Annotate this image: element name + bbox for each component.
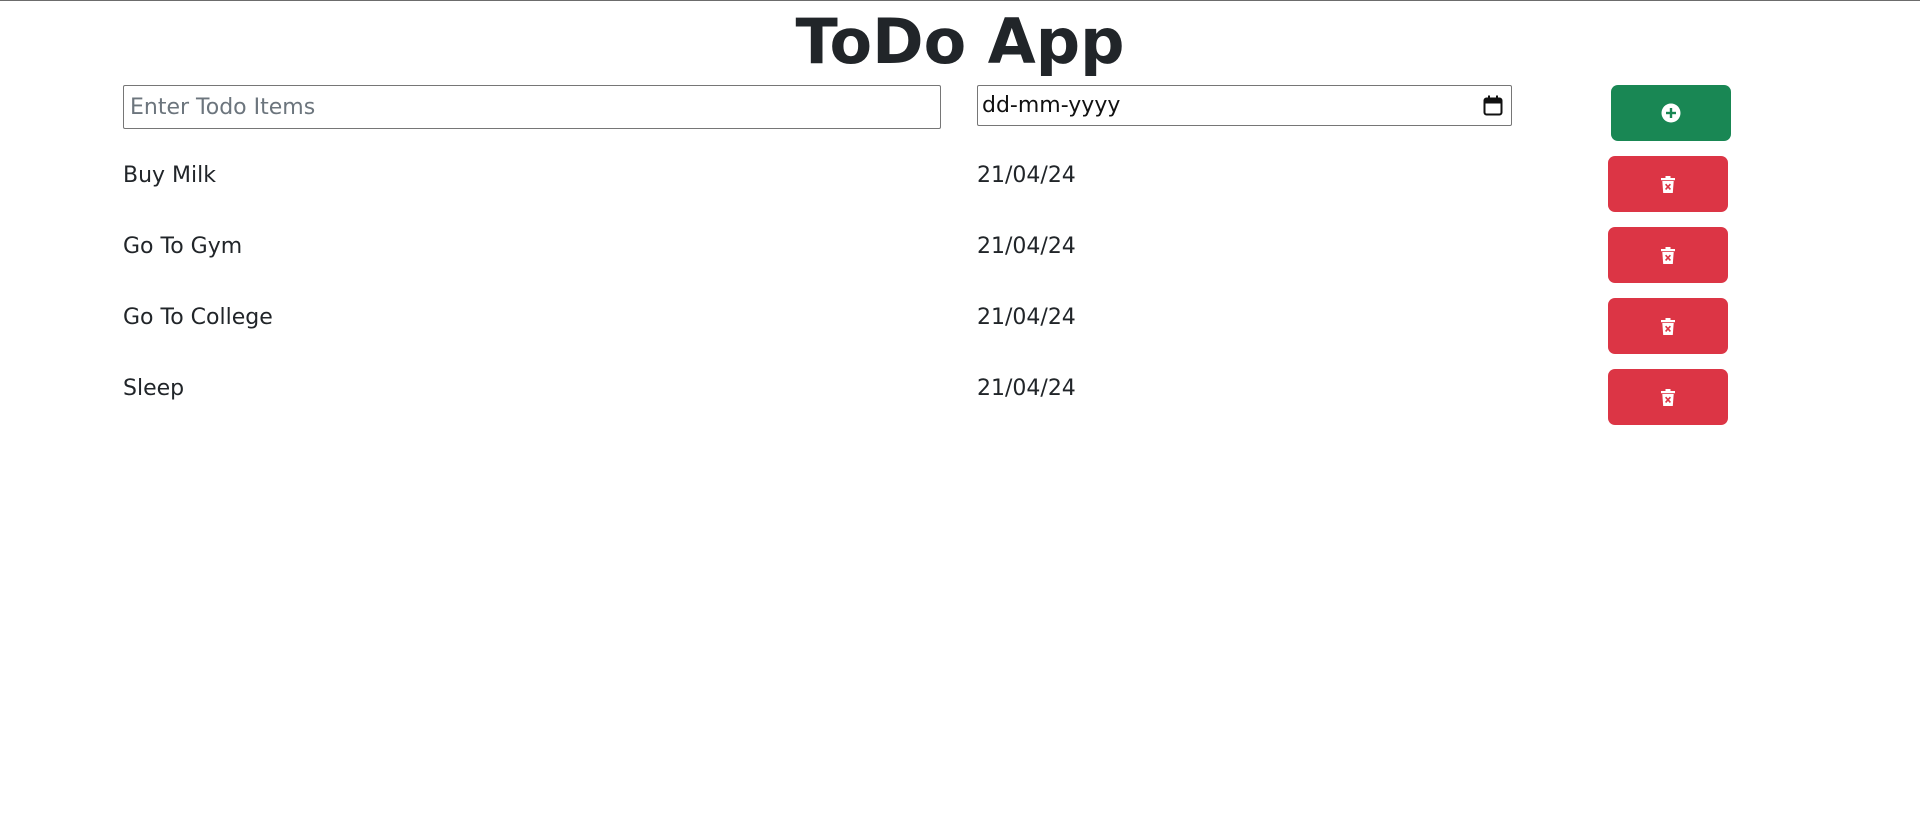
trash-x-icon xyxy=(1661,246,1675,264)
todo-item-date: 21/04/24 xyxy=(977,305,1076,330)
calendar-icon[interactable] xyxy=(1483,95,1503,116)
todo-item-name: Go To College xyxy=(123,305,273,330)
todo-item-date: 21/04/24 xyxy=(977,163,1076,188)
delete-todo-button[interactable] xyxy=(1608,156,1728,212)
date-input[interactable]: dd-mm-yyyy xyxy=(977,85,1512,126)
page-title: ToDo App xyxy=(795,5,1125,78)
delete-todo-button[interactable] xyxy=(1608,298,1728,354)
delete-todo-button[interactable] xyxy=(1608,227,1728,283)
todo-item-name: Sleep xyxy=(123,376,185,401)
delete-todo-button[interactable] xyxy=(1608,369,1728,425)
trash-x-icon xyxy=(1661,317,1675,335)
todo-input[interactable] xyxy=(123,85,941,129)
todo-item-name: Go To Gym xyxy=(123,234,243,259)
plus-circle-icon xyxy=(1661,103,1681,123)
date-placeholder: dd-mm-yyyy xyxy=(982,93,1121,118)
todo-item-name: Buy Milk xyxy=(123,163,216,188)
trash-x-icon xyxy=(1661,388,1675,406)
add-todo-button[interactable] xyxy=(1611,85,1731,141)
todo-item-date: 21/04/24 xyxy=(977,234,1076,259)
trash-x-icon xyxy=(1661,175,1675,193)
top-border xyxy=(0,0,1920,1)
todo-item-date: 21/04/24 xyxy=(977,376,1076,401)
